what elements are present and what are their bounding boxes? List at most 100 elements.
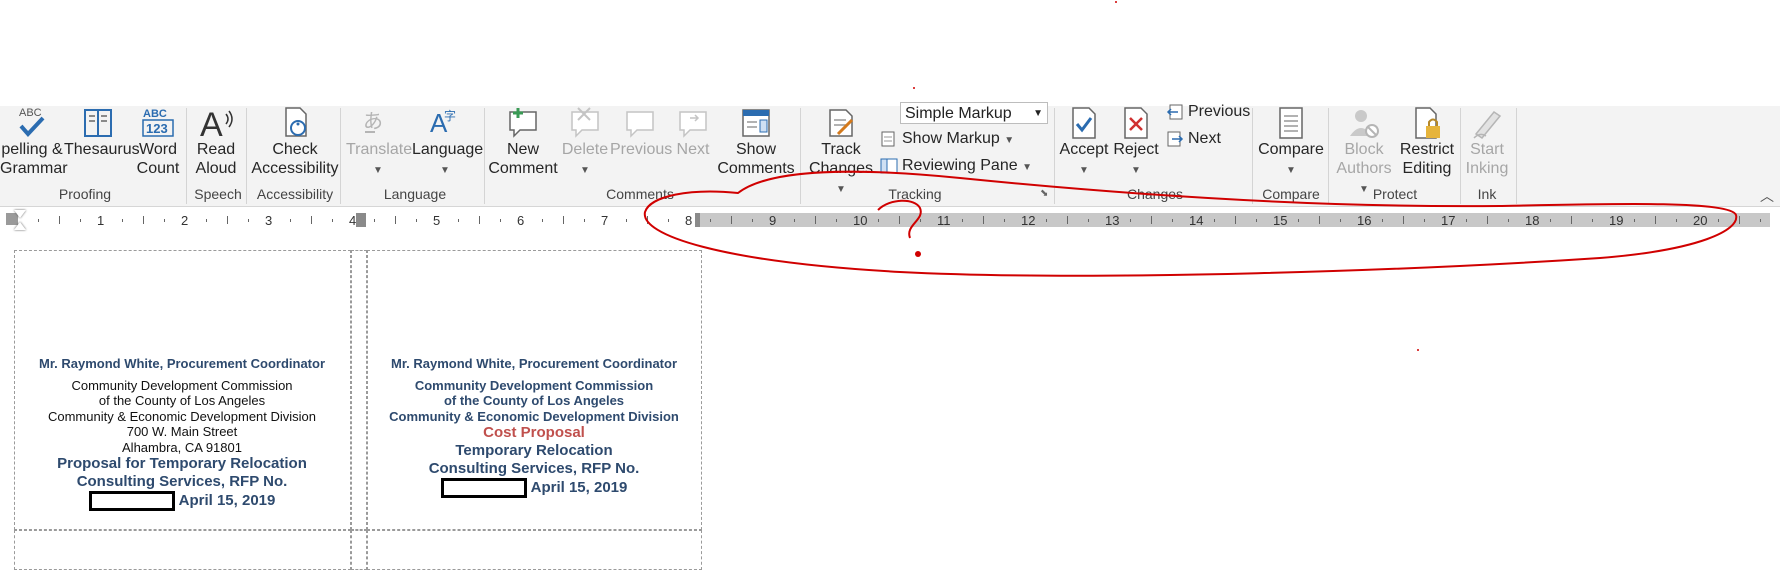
thesaurus-button[interactable]: Thesaurus <box>64 106 140 159</box>
ruler-number: 10 <box>853 213 868 228</box>
display-for-review-select[interactable]: Simple Markup ▼ <box>900 102 1048 124</box>
label-date-line: April 15, 2019 <box>12 491 352 511</box>
reject-label: Reject <box>1113 141 1159 158</box>
separator <box>340 108 341 204</box>
first-line-indent-marker[interactable] <box>14 210 26 218</box>
ink-group-label: Ink <box>1477 186 1497 202</box>
label-line: Community Development Commission <box>71 377 293 393</box>
next-change-button[interactable]: Next <box>1166 130 1221 148</box>
ruler-tick <box>143 216 144 224</box>
tracking-dialog-launcher[interactable]: ⬊ <box>1040 188 1048 199</box>
restrict-editing-button[interactable]: Restrict Editing <box>1396 106 1458 178</box>
speech-group-label: Speech <box>194 186 242 202</box>
chevron-down-icon: ▼ <box>1033 108 1043 119</box>
track-changes-label-1: Track <box>821 141 861 158</box>
next-change-icon <box>1166 131 1184 147</box>
word-count-label-2: Count <box>136 160 180 177</box>
reviewing-pane-button[interactable]: Reviewing Pane ▼ <box>880 157 1032 175</box>
ruler-tick <box>1004 219 1005 222</box>
column-marker[interactable] <box>356 213 366 227</box>
compare-button[interactable]: Compare ▼ <box>1256 106 1326 180</box>
separator <box>246 108 247 204</box>
accept-button[interactable]: Accept ▼ <box>1058 106 1110 180</box>
start-inking-button[interactable]: Start Inking <box>1462 106 1512 178</box>
compare-label: Compare <box>1258 141 1324 158</box>
horizontal-ruler[interactable]: 1 2 3 4 5 6 7 8 9 10 11 12 13 14 15 16 17 18 19 20 <box>0 210 1780 230</box>
ruler-tick <box>1634 219 1635 222</box>
ruler-tick <box>248 219 249 222</box>
comments-group-label: Comments <box>606 186 674 202</box>
translate-button[interactable]: あ Translate ▼ <box>346 106 412 180</box>
delete-comment-button[interactable]: Delete ▼ <box>560 106 610 180</box>
ruler-tick <box>962 219 963 222</box>
changes-group-label: Changes <box>1126 186 1184 202</box>
separator <box>1460 108 1461 204</box>
accept-dropdown-caret: ▼ <box>1079 165 1089 176</box>
show-markup-button[interactable]: Show Markup ▼ <box>880 130 1014 148</box>
book-icon <box>84 109 112 137</box>
ruler-tick <box>542 219 543 222</box>
previous-change-icon <box>1166 104 1184 120</box>
restrict-editing-label-1: Restrict <box>1399 141 1455 158</box>
ruler-tick <box>1676 219 1677 222</box>
ruler-number: 4 <box>349 213 357 228</box>
separator <box>1328 108 1329 204</box>
ruler-tick <box>1655 216 1656 224</box>
left-indent-marker[interactable] <box>14 222 26 230</box>
ruler-tick <box>122 219 123 222</box>
label-line: Cost Proposal <box>483 424 585 441</box>
previous-change-button[interactable]: Previous <box>1166 103 1250 121</box>
ruler-tick <box>59 216 60 224</box>
ruler-tick <box>878 219 879 222</box>
compare-dropdown-caret: ▼ <box>1286 165 1296 176</box>
block-authors-label-1: Block <box>1344 141 1384 158</box>
svg-text:123: 123 <box>146 121 168 136</box>
next-change-label: Next <box>1188 130 1221 147</box>
proofing-group-label: Proofing <box>58 186 112 202</box>
next-comment-icon <box>679 111 707 138</box>
label-cell <box>14 530 351 570</box>
previous-comment-button[interactable]: Previous <box>610 106 672 159</box>
ruler-tick <box>1319 216 1320 224</box>
ruler-number: 5 <box>433 213 441 228</box>
ruler-tick <box>584 219 585 222</box>
ruler-tick <box>395 216 396 224</box>
ruler-tick <box>1340 219 1341 222</box>
label-line: 700 W. Main Street <box>126 424 238 439</box>
read-aloud-button[interactable]: A Read Aloud <box>192 106 240 178</box>
reject-icon <box>1124 107 1148 139</box>
ruler-tick <box>1235 216 1236 224</box>
label-line: of the County of Los Angeles <box>443 393 625 408</box>
show-comments-button[interactable]: Show Comments <box>716 106 796 178</box>
ruler-number: 19 <box>1609 213 1624 228</box>
collapse-ribbon-icon[interactable]: ︿ <box>1760 186 1774 206</box>
check-accessibility-button[interactable]: Check Accessibility <box>250 106 340 178</box>
new-comment-button[interactable]: New Comment <box>488 106 558 178</box>
document-page[interactable]: Mr. Raymond White, Procurement Coordinat… <box>0 240 1780 570</box>
ruler-tick <box>1382 219 1383 222</box>
next-comment-button[interactable]: Next <box>672 106 714 159</box>
ruler-tick <box>1256 219 1257 222</box>
ruler-tick <box>1739 216 1740 224</box>
ruler-tick <box>710 219 711 222</box>
word-count-icon: ABC 123 <box>142 108 174 137</box>
spelling-grammar-button[interactable]: ABC pelling & Grammar <box>0 106 68 178</box>
ruler-tick <box>836 219 837 222</box>
ruler-number: 14 <box>1189 213 1204 228</box>
translate-icon: あ <box>363 111 383 133</box>
check-accessibility-label-2: Accessibility <box>251 160 339 177</box>
ruler-tick <box>1487 216 1488 224</box>
ruler-tick <box>1571 216 1572 224</box>
word-count-button[interactable]: ABC 123 Word Count <box>134 106 182 178</box>
redaction-box <box>440 478 527 498</box>
ruler-tick <box>1214 219 1215 222</box>
language-button[interactable]: A 字 Language ▼ <box>412 106 483 180</box>
label-line: Alhambra, CA 91801 <box>122 439 242 455</box>
ruler-tick <box>458 219 459 222</box>
ruler-tick <box>647 216 648 224</box>
previous-change-label: Previous <box>1188 103 1251 120</box>
ruler-tick <box>332 219 333 222</box>
track-changes-button[interactable]: Track Changes ▼ <box>806 106 876 199</box>
reject-button[interactable]: Reject ▼ <box>1110 106 1162 180</box>
ruler-number: 3 <box>265 213 273 228</box>
